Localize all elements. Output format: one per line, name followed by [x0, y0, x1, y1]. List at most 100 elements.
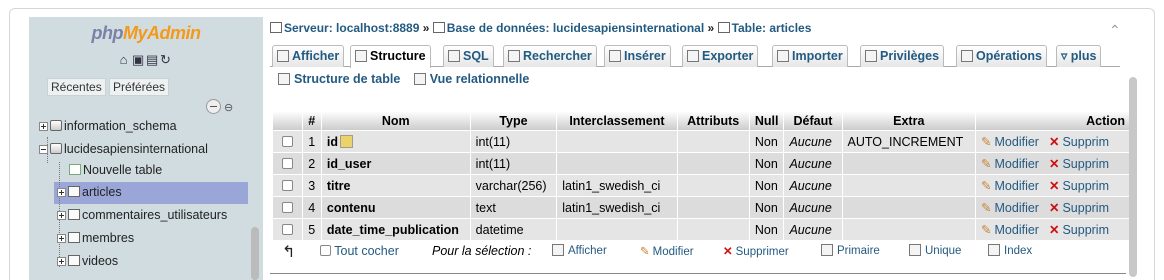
link-icon[interactable]: ⊖: [224, 101, 233, 114]
table-icon: [717, 22, 730, 33]
table-icon: [68, 232, 80, 243]
tree-item-commentaires-utilisateurs[interactable]: commentaires_utilisateurs: [57, 205, 227, 227]
row-checkbox[interactable]: [281, 201, 293, 213]
phpmyadmin-logo[interactable]: phpMyAdmin: [29, 23, 263, 44]
delete-icon: ✕: [723, 246, 733, 258]
database-icon: [50, 143, 62, 154]
check-all[interactable]: Tout cocher: [320, 244, 399, 258]
header-default[interactable]: Défaut: [784, 111, 842, 130]
table-header-row: # Nom Type Interclassement Attributs Nul…: [273, 111, 1129, 130]
breadcrumb-database[interactable]: Base de données: lucidesapiensinternatio…: [447, 21, 704, 35]
index-icon: [988, 244, 1000, 256]
table-row[interactable]: 1 id int(11) Non Aucune AUTO_INCREMENT ✎…: [273, 131, 1129, 152]
bulk-modify-button[interactable]: ✎ Modifier: [640, 244, 694, 258]
tab-importer[interactable]: Importer: [772, 45, 848, 67]
subtab-relation-view[interactable]: Vue relationnelle: [412, 71, 532, 87]
tree-item-new-table[interactable]: Nouvelle table: [69, 160, 162, 182]
breadcrumb-table[interactable]: Table: articles: [732, 21, 812, 35]
tree-item-membres[interactable]: membres: [57, 228, 134, 250]
favorites-tab[interactable]: Préférées: [109, 78, 170, 96]
delete-icon: ✕: [1048, 223, 1060, 237]
navigation-sidebar: phpMyAdmin ⌂ ▣▤↻ Récentes Préférées ⊖ inf…: [29, 17, 263, 280]
delete-link[interactable]: Supprim: [1062, 135, 1109, 149]
main-scrollbar[interactable]: [1129, 77, 1137, 277]
breadcrumb-server[interactable]: Serveur: localhost:8889: [284, 21, 419, 35]
bulk-primary-button[interactable]: Primaire: [821, 244, 880, 257]
structure-icon: [278, 73, 290, 85]
tree-item-information-schema[interactable]: information_schema: [39, 116, 177, 138]
new-table-icon: [69, 164, 81, 175]
pencil-icon: ✎: [640, 246, 650, 258]
modify-link[interactable]: Modifier: [995, 135, 1039, 149]
delete-icon: ✕: [1048, 179, 1060, 193]
structure-table: # Nom Type Interclassement Attributs Nul…: [272, 110, 1130, 241]
collapse-icon[interactable]: [206, 99, 221, 114]
table-row[interactable]: 5 date_time_publication datetime Non Auc…: [273, 219, 1129, 240]
delete-link[interactable]: Supprim: [1062, 179, 1109, 193]
header-attributes[interactable]: Attributs: [677, 111, 749, 130]
header-name[interactable]: Nom: [321, 111, 470, 130]
header-num: #: [302, 111, 321, 130]
collapse-all-control[interactable]: ⊖: [206, 99, 240, 114]
tab-rechercher[interactable]: Rechercher: [503, 45, 597, 67]
table-icon: [68, 186, 80, 197]
tree-item-articles[interactable]: articles: [57, 182, 122, 204]
pencil-icon: ✎: [981, 135, 992, 149]
subtab-table-structure[interactable]: Structure de table: [276, 71, 402, 87]
table-icon: [68, 255, 80, 266]
header-extra[interactable]: Extra: [842, 111, 976, 130]
recent-tab[interactable]: Récentes: [47, 78, 106, 96]
docs-icon[interactable]: ▤: [146, 52, 160, 67]
home-icon[interactable]: ⌂: [118, 52, 132, 67]
delete-link[interactable]: Supprim: [1062, 157, 1109, 171]
delete-link[interactable]: Supprim: [1062, 223, 1109, 237]
table-row[interactable]: 3 titre varchar(256) latin1_swedish_ci N…: [273, 175, 1129, 196]
bulk-index-button[interactable]: Index: [988, 244, 1032, 257]
for-selection-label: Pour la sélection :: [432, 244, 532, 258]
scroll-top-icon[interactable]: ⌃: [1109, 22, 1121, 39]
tab-afficher[interactable]: Afficher: [272, 45, 345, 67]
tab-operations[interactable]: Opérations: [956, 45, 1047, 67]
sidebar-nav-icons: ⌂ ▣▤↻: [29, 52, 263, 67]
relation-icon: [413, 73, 426, 85]
modify-link[interactable]: Modifier: [995, 223, 1039, 237]
export-icon: [687, 50, 699, 62]
header-action: Action: [976, 111, 1129, 130]
sidebar-scrollbar[interactable]: [251, 227, 259, 280]
tab-plus[interactable]: ▿ plus: [1056, 45, 1102, 67]
sql-icon: [448, 50, 460, 62]
delete-icon: ✕: [1048, 201, 1060, 215]
table-row[interactable]: 2 id_user int(11) Non Aucune ✎ Modifier ✕ S…: [273, 153, 1129, 174]
row-checkbox[interactable]: [281, 223, 293, 235]
pencil-icon: ✎: [981, 179, 992, 193]
browse-icon: [277, 50, 289, 62]
bulk-unique-button[interactable]: Unique: [909, 244, 961, 257]
header-null[interactable]: Null: [749, 111, 784, 130]
tab-sql[interactable]: SQL: [443, 45, 494, 67]
tree-item-videos[interactable]: videos: [57, 251, 118, 273]
row-checkbox[interactable]: [281, 135, 293, 147]
reload-icon[interactable]: ↻: [160, 52, 174, 67]
search-icon: [508, 50, 520, 62]
modify-link[interactable]: Modifier: [995, 157, 1039, 171]
tab-structure[interactable]: Structure: [350, 45, 431, 68]
row-checkbox[interactable]: [281, 179, 293, 191]
server-icon: [270, 22, 282, 33]
tab-exporter[interactable]: Exporter: [682, 45, 759, 67]
delete-link[interactable]: Supprim: [1062, 201, 1109, 215]
table-row[interactable]: 4 contenu text latin1_swedish_ci Non Auc…: [273, 197, 1129, 218]
tree-item-lucidesapiensinternational[interactable]: lucidesapiensinternational: [39, 139, 208, 161]
row-checkbox[interactable]: [281, 157, 293, 169]
tab-inserer[interactable]: Insérer: [604, 45, 671, 67]
header-type[interactable]: Type: [470, 111, 557, 130]
sql-query-icon[interactable]: ▣: [132, 52, 146, 67]
pencil-icon: ✎: [981, 223, 992, 237]
operations-icon: [961, 50, 973, 62]
bulk-browse-button[interactable]: Afficher: [552, 244, 607, 257]
header-collation[interactable]: Interclassement: [557, 111, 677, 130]
check-all-checkbox[interactable]: [320, 245, 331, 256]
modify-link[interactable]: Modifier: [995, 201, 1039, 215]
modify-link[interactable]: Modifier: [995, 179, 1039, 193]
tab-privileges[interactable]: Privilèges: [860, 45, 945, 67]
bulk-delete-button[interactable]: ✕ Supprimer: [723, 244, 789, 258]
